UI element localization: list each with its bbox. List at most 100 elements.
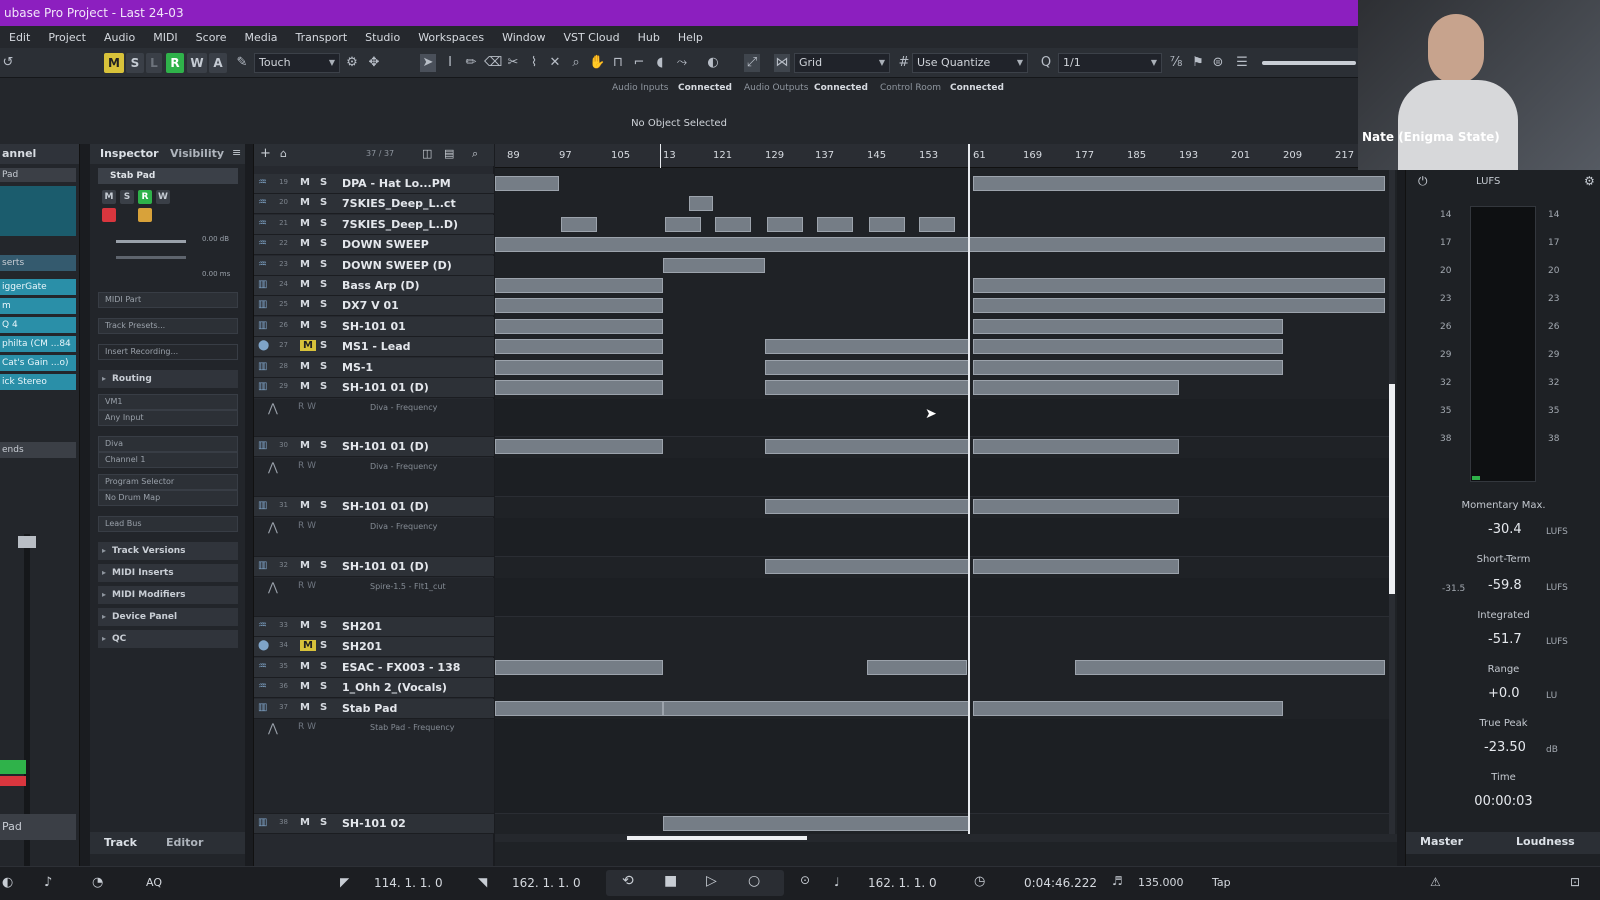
track-row[interactable]: ▥ 29 M S SH-101 01 (D) — [254, 378, 494, 398]
track-solo-button[interactable]: S — [320, 197, 327, 208]
automation-lane-area[interactable] — [495, 518, 1389, 557]
line-tool-icon[interactable]: ⌐ — [631, 54, 647, 72]
menu-media[interactable]: Media — [235, 31, 286, 44]
write-automation-button[interactable]: W — [187, 53, 207, 73]
menu-vst-cloud[interactable]: VST Cloud — [554, 31, 628, 44]
inspector-write-button[interactable]: W — [156, 190, 170, 204]
color-tool-icon[interactable]: ◐ — [705, 54, 721, 72]
midi-part-field[interactable]: MIDI Part — [98, 292, 238, 308]
event-part[interactable] — [663, 258, 765, 273]
track-row[interactable]: ⬤ 34 M S SH201 — [254, 637, 494, 657]
event-part[interactable] — [495, 339, 663, 354]
channel-header[interactable]: annel — [0, 144, 79, 164]
track-name[interactable]: SH-101 01 (D) — [342, 440, 429, 453]
track-name[interactable]: SH-101 02 — [342, 817, 406, 830]
track-mute-button[interactable]: M — [300, 299, 310, 310]
routing-section[interactable]: Routing — [98, 370, 238, 388]
program-selector[interactable]: Program Selector — [98, 474, 238, 490]
left-locator-marker[interactable] — [660, 144, 661, 168]
track-mute-button[interactable]: M — [300, 500, 310, 511]
quantize-mode-select[interactable]: Use Quantize ▼ — [912, 53, 1028, 73]
aq-label[interactable]: AQ — [146, 876, 162, 889]
automation-lane[interactable]: ⋀ R W Diva - Frequency — [254, 518, 494, 557]
event-part[interactable] — [973, 176, 1385, 191]
volume-slider[interactable] — [116, 240, 186, 243]
mute-tool-icon[interactable]: ✕ — [547, 54, 563, 72]
track-mute-button[interactable]: M — [300, 702, 310, 713]
tab-visibility[interactable]: Visibility — [170, 144, 224, 164]
color-icon[interactable]: ⚑ — [1190, 54, 1206, 72]
event-part[interactable] — [973, 339, 1283, 354]
track-solo-button[interactable]: S — [320, 640, 327, 651]
track-name[interactable]: Stab Pad — [342, 702, 397, 715]
event-part[interactable] — [973, 439, 1179, 454]
track-name[interactable]: Bass Arp (D) — [342, 279, 420, 292]
track-solo-button[interactable]: S — [320, 381, 327, 392]
insert-recording-field[interactable]: Insert Recording... — [98, 344, 238, 360]
performance-icon[interactable]: ◐ — [2, 875, 13, 890]
erase-tool-icon[interactable]: ⌫ — [484, 54, 502, 72]
track-mute-button[interactable]: M — [300, 681, 310, 692]
event-part[interactable] — [495, 380, 663, 395]
play-icon[interactable]: ▷ — [706, 873, 717, 889]
track-versions-section[interactable]: Track Versions — [98, 542, 238, 560]
automation-lane-area[interactable] — [495, 578, 1389, 617]
event-part[interactable] — [973, 278, 1385, 293]
insert-slot-2[interactable]: m — [0, 298, 76, 314]
event-part[interactable] — [973, 380, 1179, 395]
event-part[interactable] — [765, 439, 969, 454]
automation-parameter[interactable]: Diva - Frequency — [370, 522, 437, 531]
event-part[interactable] — [817, 217, 853, 232]
click-icon[interactable]: ◔ — [92, 875, 103, 890]
monitor-button[interactable] — [138, 208, 152, 222]
play-tool-icon[interactable]: ◖ — [652, 54, 668, 72]
track-name[interactable]: 7SKIES_Deep_L..D) — [342, 218, 458, 231]
track-solo-button[interactable]: S — [320, 560, 327, 571]
track-solo-button[interactable]: S — [320, 702, 327, 713]
position-display[interactable]: 162. 1. 1. 0 — [868, 876, 937, 890]
tempo-display[interactable]: 135.000 — [1138, 876, 1184, 889]
track-solo-button[interactable]: S — [320, 817, 327, 828]
track-row[interactable]: ♒ 35 M S ESAC - FX003 - 138 — [254, 658, 494, 678]
track-row[interactable]: ♒ 22 M S DOWN SWEEP — [254, 235, 494, 255]
search-icon[interactable]: ⌕ — [472, 147, 478, 161]
track-row[interactable]: ▥ 38 M S SH-101 02 — [254, 814, 494, 834]
channel-fader[interactable] — [18, 536, 36, 548]
track-name[interactable]: DX7 V 01 — [342, 299, 399, 312]
power-icon[interactable]: ⏻ — [1418, 174, 1428, 189]
automation-read-write[interactable]: R W — [298, 521, 316, 531]
automation-lane-area[interactable] — [495, 458, 1389, 497]
solo-all-button[interactable]: S — [126, 53, 144, 73]
menu-audio[interactable]: Audio — [95, 31, 144, 44]
event-part[interactable] — [869, 217, 905, 232]
record-enable-button[interactable] — [0, 776, 26, 786]
auto-scroll-icon[interactable]: ⤢ — [744, 54, 760, 72]
event-part[interactable] — [973, 319, 1283, 334]
automation-parameter[interactable]: Stab Pad - Frequency — [370, 723, 454, 732]
tab-inspector[interactable]: Inspector — [100, 144, 159, 164]
track-row[interactable]: ▥ 30 M S SH-101 01 (D) — [254, 437, 494, 457]
inspector-read-button[interactable]: R — [138, 190, 152, 204]
sends-header[interactable]: ends — [0, 442, 76, 458]
tab-master[interactable]: Master — [1420, 835, 1463, 848]
insert-slot-5[interactable]: Cat's Gain ...o) — [0, 355, 76, 371]
track-name[interactable]: 7SKIES_Deep_L..ct — [342, 197, 456, 210]
event-part[interactable] — [973, 499, 1179, 514]
event-part[interactable] — [495, 298, 663, 313]
constrain-icon[interactable]: ✥ — [366, 54, 382, 72]
automation-read-write[interactable]: R W — [298, 461, 316, 471]
right-locator-display[interactable]: 162. 1. 1. 0 — [512, 876, 581, 890]
comp-tool-icon[interactable]: ⊓ — [610, 54, 626, 72]
channel-select[interactable]: Channel 1 — [98, 452, 238, 468]
track-mute-button[interactable]: M — [300, 560, 310, 571]
midi-inserts-section[interactable]: MIDI Inserts — [98, 564, 238, 582]
track-row[interactable]: ▥ 25 M S DX7 V 01 — [254, 296, 494, 316]
event-part[interactable] — [765, 360, 969, 375]
track-name[interactable]: SH-101 01 (D) — [342, 381, 429, 394]
event-part[interactable] — [663, 701, 969, 716]
draw-tool-icon[interactable]: ✏ — [463, 54, 479, 72]
track-name[interactable]: MS1 - Lead — [342, 340, 411, 353]
tap-button[interactable]: Tap — [1212, 876, 1231, 889]
menu-workspaces[interactable]: Workspaces — [409, 31, 493, 44]
track-solo-button[interactable]: S — [320, 681, 327, 692]
